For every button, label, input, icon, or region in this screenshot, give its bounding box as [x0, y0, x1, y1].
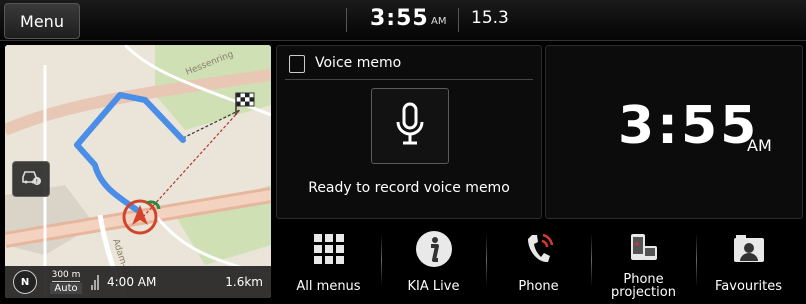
scale-mode: Auto: [50, 283, 82, 294]
voice-memo-status: Ready to record voice memo: [308, 180, 510, 196]
voice-memo-icon: [289, 55, 305, 73]
shortcut-bar: All menus KIA Live Phone Phone projectio…: [276, 222, 801, 299]
all-menus-button[interactable]: All menus: [276, 222, 381, 299]
phone-projection-icon: [627, 226, 661, 271]
menu-button[interactable]: Menu: [4, 3, 80, 39]
kia-live-button[interactable]: KIA Live: [381, 222, 486, 299]
grid-icon: [313, 226, 344, 272]
compass-icon[interactable]: N: [13, 270, 37, 294]
svg-text:!: !: [36, 179, 38, 186]
odometer-readout: 15.3: [471, 8, 509, 28]
scale-value: 300 m: [51, 270, 81, 282]
navigation-map[interactable]: Hessenring Adam-Opel ! N 300 m Auto 4:00…: [5, 45, 271, 298]
status-ampm: AM: [431, 16, 447, 27]
status-clock: 3:55: [370, 6, 429, 31]
traffic-car-icon: !: [20, 167, 42, 191]
phone-projection-button[interactable]: Phone projection: [591, 222, 696, 299]
signal-bars-icon: [91, 274, 101, 290]
clock-widget[interactable]: 3:55 AM: [545, 45, 803, 219]
map-scale[interactable]: 300 m Auto: [49, 270, 83, 294]
clock-time: 3:55: [618, 96, 760, 156]
phone-button[interactable]: Phone: [486, 222, 591, 299]
info-icon: [415, 226, 453, 272]
arrival-time: 4:00 AM: [107, 275, 157, 289]
traffic-button[interactable]: !: [12, 161, 50, 197]
phone-label: Phone: [518, 279, 559, 294]
phone-icon: [524, 226, 554, 272]
voice-memo-title: Voice memo: [315, 55, 402, 71]
divider: [346, 8, 347, 32]
phone-projection-label: Phone projection: [611, 272, 676, 300]
favourites-icon: [732, 226, 766, 272]
status-bar: Menu 3:55 AM 15.3: [0, 0, 806, 41]
favourites-button[interactable]: Favourites: [696, 222, 801, 299]
voice-memo-widget[interactable]: Voice memo Ready to record voice memo: [276, 45, 542, 219]
favourites-label: Favourites: [715, 279, 782, 294]
record-button[interactable]: [371, 88, 449, 164]
divider: [458, 8, 459, 32]
divider: [285, 79, 533, 80]
microphone-icon: [393, 102, 427, 150]
kia-live-label: KIA Live: [407, 279, 460, 294]
all-menus-label: All menus: [296, 279, 361, 294]
remaining-distance: 1.6km: [225, 275, 263, 289]
clock-ampm: AM: [747, 136, 772, 155]
map-info-bar: N 300 m Auto 4:00 AM 1.6km: [5, 266, 271, 298]
